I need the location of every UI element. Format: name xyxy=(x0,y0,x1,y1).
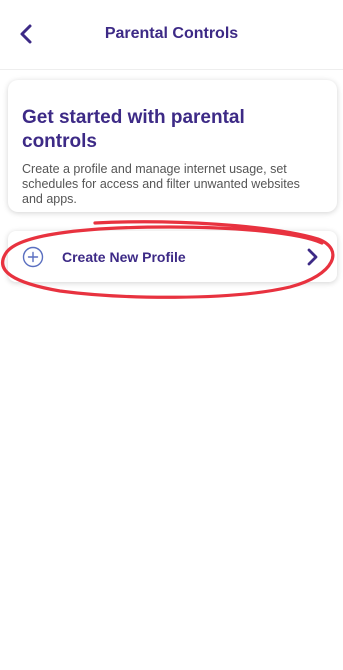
page-title: Parental Controls xyxy=(104,25,239,42)
plus-circle-icon xyxy=(22,246,44,268)
create-new-profile-label: Create New Profile xyxy=(62,249,186,265)
info-card: Get started with parental controls Creat… xyxy=(8,80,337,212)
top-bar: Parental Controls xyxy=(0,0,343,70)
chevron-right-icon xyxy=(307,248,318,266)
info-card-title: Get started with parental controls xyxy=(22,107,245,152)
app-screen: Parental Controls Get started with paren… xyxy=(0,0,343,670)
info-card-description: Create a profile and manage internet usa… xyxy=(22,162,300,206)
create-new-profile-button[interactable]: Create New Profile xyxy=(8,231,337,282)
